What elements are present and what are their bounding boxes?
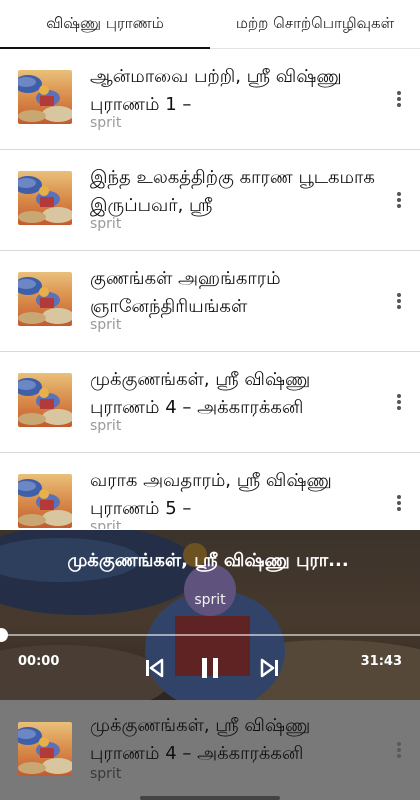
episode-subtitle: sprit	[90, 115, 122, 131]
list-item[interactable]: குணங்கள் அஹங்காரம் ஞானேந்திரியங்கள் spri…	[0, 251, 420, 352]
episode-subtitle: sprit	[90, 418, 122, 434]
mini-player-title: முக்குணங்கள், ஸ்ரீ விஷ்ணு புராணம் 4 – அக…	[90, 715, 311, 764]
episode-thumbnail	[18, 70, 72, 124]
seek-bar[interactable]	[0, 628, 420, 642]
episode-subtitle: sprit	[90, 216, 122, 232]
tab-bar: விஷ்ணு புராணம் மற்ற சொற்பொழிவுகள்	[0, 0, 420, 49]
episode-thumbnail	[18, 474, 72, 528]
more-options-icon[interactable]	[394, 190, 404, 210]
episode-thumbnail	[18, 373, 72, 427]
episode-title: ஆன்மாவை பற்றி, ஸ்ரீ விஷ்ணு புராணம் 1 –	[90, 66, 342, 115]
seek-track[interactable]	[0, 634, 420, 636]
episode-subtitle: sprit	[90, 519, 122, 529]
list-item[interactable]: ஆன்மாவை பற்றி, ஸ்ரீ விஷ்ணு புராணம் 1 – s…	[0, 49, 420, 150]
more-options-icon[interactable]	[394, 740, 404, 760]
list-item[interactable]: முக்குணங்கள், ஸ்ரீ விஷ்ணு புராணம் 4 – அக…	[0, 352, 420, 453]
pause-icon[interactable]	[196, 654, 224, 682]
home-indicator	[140, 796, 280, 800]
more-options-icon[interactable]	[394, 493, 404, 513]
list-item[interactable]: வராக அவதாரம், ஸ்ரீ விஷ்ணு புராணம் 5 – sp…	[0, 453, 420, 529]
mini-player-thumbnail	[18, 722, 72, 776]
current-time: 00:00	[18, 654, 60, 669]
episode-title: வராக அவதாரம், ஸ்ரீ விஷ்ணு புராணம் 5 –	[90, 470, 332, 519]
player-subtitle: sprit	[194, 592, 226, 608]
episode-title: குணங்கள் அஹங்காரம் ஞானேந்திரியங்கள்	[90, 268, 281, 317]
player-title: முக்குணங்கள், ஸ்ரீ விஷ்ணு புரா...	[67, 550, 349, 571]
episode-title: இந்த உலகத்திற்கு காரண பூடகமாக இருப்பவர்,…	[90, 167, 375, 216]
tab-vishnu-puranam[interactable]: விஷ்ணு புராணம்	[0, 0, 210, 49]
episode-list[interactable]: ஆன்மாவை பற்றி, ஸ்ரீ விஷ்ணு புராணம் 1 – s…	[0, 49, 420, 529]
mini-player[interactable]: முக்குணங்கள், ஸ்ரீ விஷ்ணு புராணம் 4 – அக…	[0, 700, 420, 800]
expanded-player: முக்குணங்கள், ஸ்ரீ விஷ்ணு புரா... sprit …	[0, 530, 420, 700]
episode-title: முக்குணங்கள், ஸ்ரீ விஷ்ணு புராணம் 4 – அக…	[90, 369, 311, 418]
more-options-icon[interactable]	[394, 291, 404, 311]
episode-thumbnail	[18, 272, 72, 326]
skip-previous-icon[interactable]	[140, 654, 168, 682]
tab-other-discourses[interactable]: மற்ற சொற்பொழிவுகள்	[210, 0, 420, 48]
list-item[interactable]: இந்த உலகத்திற்கு காரண பூடகமாக இருப்பவர்,…	[0, 150, 420, 251]
episode-subtitle: sprit	[90, 317, 122, 333]
episode-thumbnail	[18, 171, 72, 225]
total-time: 31:43	[360, 654, 402, 669]
skip-next-icon[interactable]	[256, 654, 284, 682]
more-options-icon[interactable]	[394, 89, 404, 109]
mini-player-subtitle: sprit	[90, 766, 122, 782]
more-options-icon[interactable]	[394, 392, 404, 412]
